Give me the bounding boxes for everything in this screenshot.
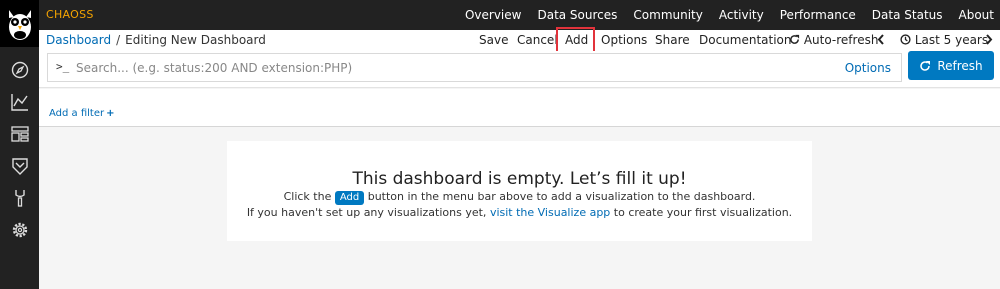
time-forward-button[interactable] — [985, 30, 993, 51]
refresh-icon — [790, 34, 800, 44]
nav-about[interactable]: About — [959, 0, 994, 30]
empty-instructions-line1: Click the Add button in the menu bar abo… — [227, 189, 812, 205]
documentation-button[interactable]: Documentation — [699, 30, 792, 51]
line1-after: button in the menu bar above to add a vi… — [367, 190, 756, 203]
dev-tools-wrench-icon[interactable] — [10, 188, 29, 207]
breadcrumb-separator: / — [116, 33, 121, 47]
dashboard-toolbar: Dashboard / Editing New Dashboard Save Can… — [39, 30, 1000, 51]
breadcrumb-dashboard-link[interactable]: Dashboard — [46, 33, 111, 47]
visualize-chart-icon[interactable] — [10, 92, 29, 111]
nav-data-sources[interactable]: Data Sources — [537, 0, 617, 30]
owl-icon — [8, 9, 31, 40]
nav-activity[interactable]: Activity — [719, 0, 764, 30]
compass-icon[interactable] — [10, 60, 29, 79]
line1-before: Click the — [283, 190, 332, 203]
nav-performance[interactable]: Performance — [780, 0, 856, 30]
top-navbar: CHAOSS Overview Data Sources Community A… — [0, 0, 1000, 30]
auto-refresh-button[interactable]: Auto-refresh — [789, 30, 878, 51]
owl-logo[interactable] — [0, 0, 39, 47]
options-button[interactable]: Options — [601, 30, 647, 51]
time-back-button[interactable] — [877, 30, 885, 51]
empty-title: This dashboard is empty. Let’s fill it u… — [352, 169, 687, 189]
empty-instructions-line2: If you haven't set up any visualizations… — [227, 205, 812, 220]
visualize-app-link[interactable]: visit the Visualize app — [490, 206, 610, 219]
clock-icon — [900, 34, 911, 45]
dashboard-icon[interactable] — [10, 124, 29, 143]
time-picker-button[interactable]: Last 5 years — [900, 30, 988, 51]
chevron-right-icon — [986, 34, 993, 45]
inline-add-button[interactable]: Add — [334, 191, 365, 205]
refresh-icon — [920, 60, 931, 71]
nav-data-status[interactable]: Data Status — [872, 0, 943, 30]
left-sidebar — [0, 47, 39, 289]
add-filter-link[interactable]: Add a filter + — [49, 108, 115, 119]
brand-label[interactable]: CHAOSS — [46, 0, 94, 30]
breadcrumb: Dashboard / Editing New Dashboard — [46, 30, 266, 51]
line2-before: If you haven't set up any visualizations… — [246, 206, 487, 219]
query-bar: >_ Options Refresh — [39, 51, 1000, 88]
refresh-button[interactable]: Refresh — [908, 51, 994, 80]
top-nav: Overview Data Sources Community Activity… — [465, 0, 994, 30]
time-range-label: Last 5 years — [914, 33, 989, 47]
timelion-shield-icon[interactable] — [10, 156, 29, 175]
save-button[interactable]: Save — [479, 30, 508, 51]
filter-bar: Add a filter + — [39, 89, 1000, 127]
chevron-left-icon — [877, 34, 884, 45]
empty-dashboard-panel: This dashboard is empty. Let’s fill it u… — [227, 141, 812, 241]
search-options-link[interactable]: Options — [845, 61, 891, 75]
auto-refresh-label: Auto-refresh — [803, 33, 879, 47]
share-button[interactable]: Share — [655, 30, 690, 51]
cancel-button[interactable]: Cancel — [517, 30, 558, 51]
dashboard-canvas: This dashboard is empty. Let’s fill it u… — [39, 128, 1000, 289]
nav-community[interactable]: Community — [633, 0, 702, 30]
line2-after: to create your first visualization. — [613, 206, 793, 219]
settings-gear-icon[interactable] — [10, 220, 29, 239]
refresh-label: Refresh — [937, 58, 983, 73]
search-box: >_ Options — [47, 53, 902, 82]
query-prompt-icon: >_ — [56, 60, 70, 73]
search-input[interactable] — [76, 58, 776, 78]
breadcrumb-current: Editing New Dashboard — [125, 33, 266, 47]
nav-overview[interactable]: Overview — [465, 0, 522, 30]
add-filter-label: Add a filter — [49, 108, 105, 119]
plus-icon: + — [106, 108, 115, 119]
